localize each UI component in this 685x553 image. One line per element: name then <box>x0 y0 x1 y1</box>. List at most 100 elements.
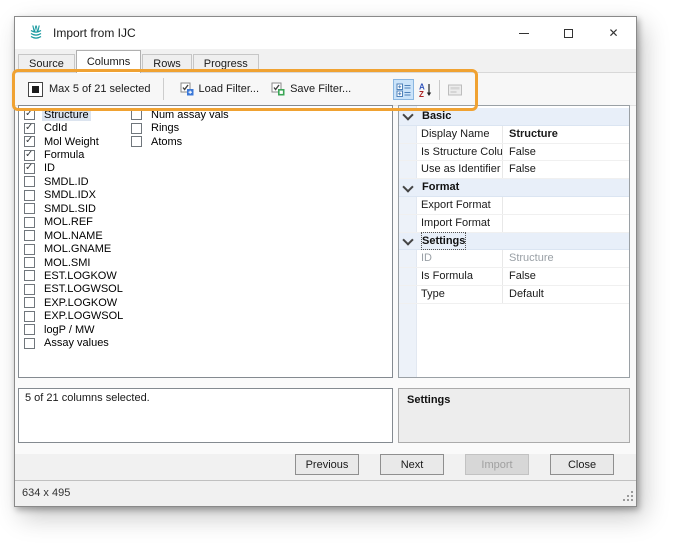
property-value[interactable]: False <box>503 161 629 178</box>
selection-summary-box: 5 of 21 columns selected. <box>18 388 393 443</box>
unchecked-checkbox-icon[interactable] <box>24 324 35 335</box>
tab-bar: SourceColumnsRowsProgress <box>15 49 636 72</box>
resize-grip-icon[interactable] <box>623 491 634 502</box>
import-button: Import <box>465 454 529 475</box>
chevron-down-icon[interactable] <box>402 234 413 245</box>
save-filter-button[interactable]: Save Filter... <box>265 79 357 99</box>
column-checkbox-item[interactable]: MOL.REF <box>24 216 125 229</box>
column-checkbox-item[interactable]: SMDL.ID <box>24 175 125 188</box>
close-icon: ✕ <box>608 27 618 39</box>
row-gutter <box>399 286 416 303</box>
column-checkbox-item[interactable]: EXP.LOGWSOL <box>24 310 125 323</box>
column-label: EXP.LOGWSOL <box>42 310 125 322</box>
column-checkbox-item[interactable]: SMDL.SID <box>24 202 125 215</box>
title-bar[interactable]: W Import from IJC ✕ <box>15 17 636 49</box>
property-value[interactable]: False <box>503 144 629 161</box>
unchecked-checkbox-icon[interactable] <box>131 109 142 120</box>
unchecked-checkbox-icon[interactable] <box>24 203 35 214</box>
property-section-format[interactable]: Format <box>399 179 629 197</box>
close-button[interactable]: Close <box>550 454 614 475</box>
unchecked-checkbox-icon[interactable] <box>24 190 35 201</box>
checked-checkbox-icon[interactable] <box>24 136 35 147</box>
maximize-button[interactable] <box>546 17 591 49</box>
columns-list-2: Num assay valsRingsAtoms <box>131 108 231 148</box>
column-checkbox-item[interactable]: logP / MW <box>24 323 125 336</box>
column-checkbox-item[interactable]: Atoms <box>131 135 231 148</box>
column-checkbox-item[interactable]: EST.LOGWSOL <box>24 283 125 296</box>
column-checkbox-item[interactable]: MOL.GNAME <box>24 242 125 255</box>
maximize-icon <box>564 29 573 38</box>
unchecked-checkbox-icon[interactable] <box>131 136 142 147</box>
dialog-size-text: 634 x 495 <box>22 487 70 499</box>
unchecked-checkbox-icon[interactable] <box>24 338 35 349</box>
checked-checkbox-icon[interactable] <box>24 150 35 161</box>
unchecked-checkbox-icon[interactable] <box>24 311 35 322</box>
property-view-buttons: A Z <box>393 79 465 100</box>
property-value[interactable]: False <box>503 268 629 285</box>
property-row: Is FormulaFalse <box>399 268 629 286</box>
close-button[interactable]: ✕ <box>591 17 636 49</box>
column-label: MOL.SMI <box>42 257 92 269</box>
column-checkbox-item[interactable]: Formula <box>24 148 125 161</box>
row-gutter <box>399 268 416 285</box>
column-label: Rings <box>149 122 181 134</box>
sort-alphabetically-icon: A Z <box>417 82 433 98</box>
row-gutter <box>399 161 416 178</box>
property-value: Structure <box>503 250 629 267</box>
column-checkbox-item[interactable]: MOL.SMI <box>24 256 125 269</box>
tab-columns[interactable]: Columns <box>76 50 141 73</box>
checked-checkbox-icon[interactable] <box>24 163 35 174</box>
tab-source[interactable]: Source <box>18 54 75 73</box>
column-checkbox-item[interactable]: Structure <box>24 108 125 121</box>
property-value[interactable]: Structure <box>503 126 629 143</box>
column-checkbox-item[interactable]: Num assay vals <box>131 108 231 121</box>
column-checkbox-item[interactable]: ID <box>24 162 125 175</box>
tab-rows[interactable]: Rows <box>142 54 192 73</box>
column-checkbox-item[interactable]: EXP.LOGKOW <box>24 296 125 309</box>
property-value[interactable] <box>503 197 629 214</box>
unchecked-checkbox-icon[interactable] <box>24 270 35 281</box>
column-checkbox-item[interactable]: CdId <box>24 121 125 134</box>
unchecked-checkbox-icon[interactable] <box>24 176 35 187</box>
next-button[interactable]: Next <box>380 454 444 475</box>
property-value[interactable] <box>503 215 629 232</box>
unchecked-checkbox-icon[interactable] <box>24 297 35 308</box>
column-checkbox-item[interactable]: MOL.NAME <box>24 229 125 242</box>
sort-alphabetically-button[interactable]: A Z <box>414 79 435 100</box>
column-label: Mol Weight <box>42 136 101 148</box>
property-name: Display Name <box>416 126 503 143</box>
column-checkbox-item[interactable]: Mol Weight <box>24 135 125 148</box>
property-row: TypeDefault <box>399 286 629 304</box>
checked-checkbox-icon[interactable] <box>24 123 35 134</box>
column-label: Num assay vals <box>149 109 231 121</box>
unchecked-checkbox-icon[interactable] <box>24 244 35 255</box>
row-gutter <box>399 197 416 214</box>
column-label: ID <box>42 162 57 174</box>
column-checkbox-item[interactable]: EST.LOGKOW <box>24 269 125 282</box>
previous-button[interactable]: Previous <box>295 454 359 475</box>
checked-checkbox-icon[interactable] <box>24 109 35 120</box>
chevron-down-icon[interactable] <box>402 181 413 192</box>
max-selected-checkbox[interactable] <box>28 82 43 97</box>
property-value[interactable]: Default <box>503 286 629 303</box>
column-checkbox-item[interactable]: Assay values <box>24 336 125 349</box>
unchecked-checkbox-icon[interactable] <box>24 257 35 268</box>
load-filter-button[interactable]: Load Filter... <box>174 79 266 99</box>
unchecked-checkbox-icon[interactable] <box>131 123 142 134</box>
column-label: SMDL.SID <box>42 203 98 215</box>
unchecked-checkbox-icon[interactable] <box>24 217 35 228</box>
tab-progress[interactable]: Progress <box>193 54 259 73</box>
property-row: Export Format <box>399 197 629 215</box>
property-row: Display NameStructure <box>399 126 629 144</box>
property-section-settings[interactable]: Settings <box>399 233 629 251</box>
load-filter-icon <box>180 82 194 96</box>
categorized-view-button[interactable] <box>393 79 414 100</box>
minimize-button[interactable] <box>501 17 546 49</box>
unchecked-checkbox-icon[interactable] <box>24 230 35 241</box>
column-checkbox-item[interactable]: Rings <box>131 121 231 134</box>
chevron-down-icon[interactable] <box>402 110 413 121</box>
column-checkbox-item[interactable]: SMDL.IDX <box>24 189 125 202</box>
unchecked-checkbox-icon[interactable] <box>24 284 35 295</box>
toolbar-separator <box>163 78 164 100</box>
property-section-basic[interactable]: Basic <box>399 108 629 126</box>
